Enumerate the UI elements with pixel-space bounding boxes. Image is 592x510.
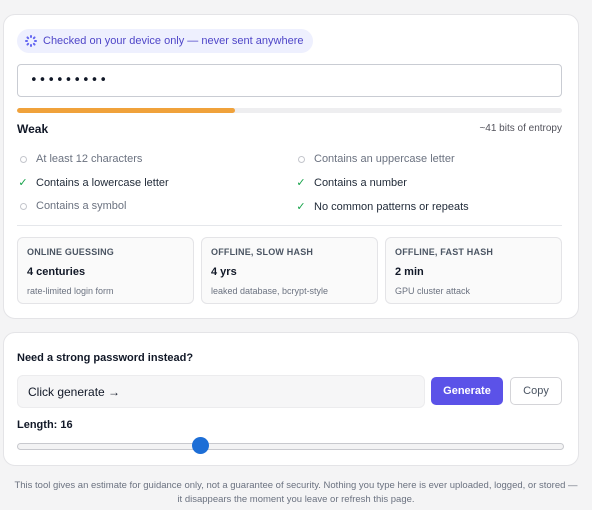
crack-time-value: 4 centuries <box>27 266 86 278</box>
requirement-label: Contains an uppercase letter <box>314 153 455 165</box>
generated-password-output[interactable]: Click generate → <box>17 375 425 408</box>
requirement-label: No common patterns or repeats <box>314 200 469 213</box>
requirement-no-patterns: ✓ No common patterns or repeats <box>296 200 469 214</box>
length-slider-thumb[interactable] <box>192 437 209 454</box>
password-input[interactable]: ••••••••• <box>17 64 562 97</box>
length-slider[interactable] <box>17 443 564 450</box>
crack-time-online: ONLINE GUESSING 4 centuries rate-limited… <box>17 237 194 304</box>
generator-title: Need a strong password instead? <box>17 352 194 364</box>
crack-time-desc: leaked database, bcrypt-style <box>211 286 329 296</box>
spinner-icon <box>25 35 37 47</box>
empty-circle-icon <box>18 202 28 210</box>
requirement-label: Contains a number <box>314 176 407 189</box>
crack-time-offline-slow: OFFLINE, SLOW HASH 4 yrs leaked database… <box>201 237 378 304</box>
crack-time-title: OFFLINE, SLOW HASH <box>211 247 314 257</box>
crack-time-title: OFFLINE, FAST HASH <box>395 247 494 257</box>
crack-time-title: ONLINE GUESSING <box>27 247 115 257</box>
strength-meter-fill <box>17 108 235 113</box>
length-label: Length: 16 <box>17 419 73 431</box>
checkmark-icon: ✓ <box>296 177 306 189</box>
requirement-label: Contains a lowercase letter <box>36 176 169 189</box>
crack-time-value: 2 min <box>395 266 424 278</box>
crack-time-desc: GPU cluster attack <box>395 286 471 296</box>
disclaimer-text: This tool gives an estimate for guidance… <box>14 480 578 505</box>
requirement-uppercase: Contains an uppercase letter <box>296 153 455 165</box>
copy-button[interactable]: Copy <box>510 377 562 405</box>
requirement-label: Contains a symbol <box>36 200 127 212</box>
privacy-notice-badge: Checked on your device only — never sent… <box>17 29 314 53</box>
requirement-number: ✓ Contains a number <box>296 176 407 190</box>
empty-circle-icon <box>18 155 28 163</box>
crack-time-value: 4 yrs <box>211 266 237 278</box>
requirement-lowercase: ✓ Contains a lowercase letter <box>18 176 169 190</box>
password-masked-value: ••••••••• <box>30 73 109 88</box>
strength-meter <box>17 108 562 113</box>
checkmark-icon: ✓ <box>296 201 306 213</box>
crack-time-desc: rate-limited login form <box>27 286 114 296</box>
checkmark-icon: ✓ <box>18 177 28 189</box>
requirement-min-length: At least 12 characters <box>18 153 142 165</box>
generate-button[interactable]: Generate <box>431 377 503 405</box>
generated-password-text: Click generate → <box>28 384 121 399</box>
requirement-symbol: Contains a symbol <box>18 200 127 212</box>
crack-time-offline-fast: OFFLINE, FAST HASH 2 min GPU cluster att… <box>385 237 562 304</box>
privacy-notice-text: Checked on your device only — never sent… <box>43 35 304 47</box>
requirement-label: At least 12 characters <box>36 153 143 165</box>
password-checker-card: Checked on your device only — never sent… <box>3 14 579 319</box>
password-generator-card: Need a strong password instead? Click ge… <box>3 332 579 466</box>
empty-circle-icon <box>296 155 306 163</box>
entropy-readout: ~41 bits of entropy <box>479 123 562 134</box>
divider <box>17 225 562 226</box>
strength-label: Weak <box>17 122 49 136</box>
